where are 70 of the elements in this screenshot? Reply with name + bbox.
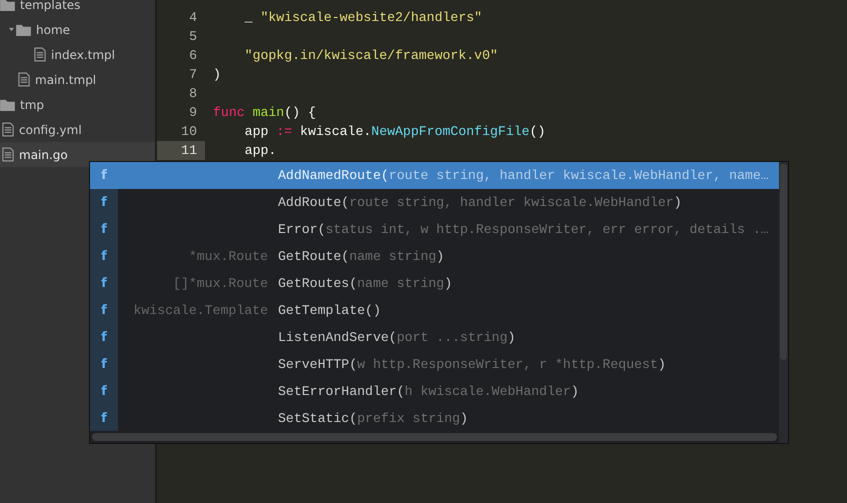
method-signature: GetTemplate() (278, 303, 381, 318)
file-name: tmp (20, 98, 44, 112)
folder-icon (0, 98, 15, 110)
file-name: config.yml (19, 122, 82, 136)
tree-item[interactable]: home (0, 17, 155, 42)
document-icon (18, 72, 30, 87)
function-kind-label: f (100, 222, 108, 237)
line-number: 11 (157, 141, 205, 160)
code-line: app. (244, 143, 276, 158)
method-signature: SetErrorHandler(h kwiscale.WebHandler) (278, 384, 579, 399)
code-line: func main() { (212, 105, 316, 120)
completion-item[interactable]: f ServeHTTP(w http.ResponseWriter, r *http.Request) (90, 351, 779, 378)
method-signature: SetStatic(prefix string) (278, 411, 468, 426)
vertical-scrollbar[interactable] (779, 162, 788, 443)
function-kind-label: f (100, 303, 108, 318)
tree-item[interactable]: main.tmpl (0, 67, 155, 92)
completion-item[interactable]: f AddRoute(route string, handler kwiscale.WebHandler) (90, 189, 779, 216)
method-signature: Error(status int, w http.ResponseWriter, err error, details .… (278, 222, 769, 237)
return-type: kwiscale.Template (133, 303, 268, 318)
function-kind-label: f (100, 384, 108, 399)
expanded-arrow-icon[interactable] (8, 27, 14, 32)
tree-item[interactable]: tmp (0, 92, 155, 117)
function-kind-label: f (100, 195, 108, 210)
code-line: _ "kwiscale-website2/handlers" (244, 10, 482, 25)
file-name: home (36, 22, 70, 36)
method-signature: GetRoutes(name string) (278, 276, 452, 291)
method-signature: ServeHTTP(w http.ResponseWriter, r *http.Request) (278, 357, 666, 372)
completion-item[interactable]: f Error(status int, w http.ResponseWriter, err error, details .… (90, 216, 779, 243)
completion-item[interactable]: f ListenAndServe(port ...string) (90, 324, 779, 351)
code-line: app := kwiscale.NewAppFromConfigFile() (244, 124, 546, 139)
tree-item[interactable]: config.yml (0, 117, 155, 142)
method-signature: AddRoute(route string, handler kwiscale.WebHandler) (278, 195, 682, 210)
line-number: 6 (188, 47, 198, 65)
function-kind-label: f (100, 357, 108, 372)
function-kind-label: f (100, 249, 108, 264)
folder-icon (0, 0, 15, 10)
method-signature: GetRoute(name string) (278, 249, 444, 264)
function-kind-label: f (100, 330, 108, 345)
line-number: 10 (180, 123, 198, 141)
completion-item[interactable]: f AddNamedRoute(route string, handler kwiscale.WebHandler, name… (90, 162, 779, 189)
function-kind-label: f (100, 168, 108, 183)
file-name: main.tmpl (35, 72, 96, 86)
file-name: index.tmpl (51, 48, 115, 62)
document-icon (2, 122, 14, 137)
code-line: "gopkg.in/kwiscale/framework.v0" (244, 48, 498, 63)
completion-item[interactable]: f *mux.Route GetRoute(name string) (90, 243, 779, 270)
line-number: 4 (188, 9, 198, 27)
function-kind-label: f (100, 276, 108, 291)
return-type: *mux.Route (188, 249, 268, 264)
return-type: []*mux.Route (173, 276, 268, 291)
folder-icon (16, 24, 31, 36)
code-line: ) (212, 67, 221, 82)
document-icon (34, 47, 46, 62)
document-icon (2, 147, 14, 162)
line-number: 7 (188, 66, 198, 84)
scrollbar-thumb[interactable] (780, 164, 787, 360)
completion-item[interactable]: f kwiscale.Template GetTemplate() (90, 297, 779, 324)
line-number: 8 (188, 85, 198, 103)
horizontal-scrollbar[interactable] (92, 433, 777, 441)
tree-item[interactable]: index.tmpl (0, 42, 155, 67)
function-kind-label: f (100, 411, 108, 426)
method-signature: ListenAndServe(port ...string) (278, 330, 516, 345)
tree-item[interactable]: main.go (0, 142, 155, 167)
line-number: 5 (188, 28, 198, 46)
completion-item[interactable]: f SetErrorHandler(h kwiscale.WebHandler) (90, 378, 779, 405)
completion-item[interactable]: f []*mux.Route GetRoutes(name string) (90, 270, 779, 297)
completion-item[interactable]: f SetStatic(prefix string) (90, 405, 779, 432)
file-name: main.go (19, 148, 68, 162)
method-signature: AddNamedRoute(route string, handler kwiscale.WebHandler, name… (278, 168, 769, 183)
line-number: 9 (188, 104, 198, 122)
